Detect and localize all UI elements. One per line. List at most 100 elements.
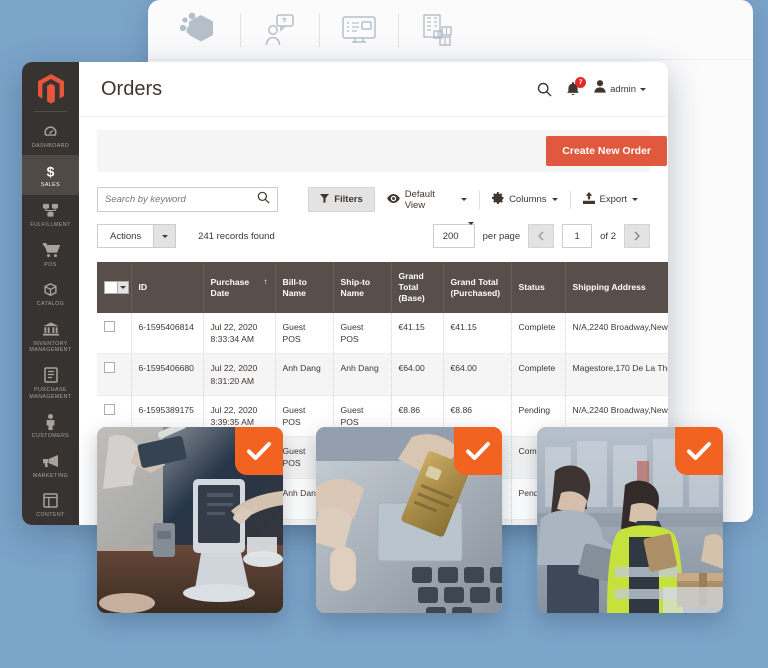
default-view-label: Default View — [404, 188, 435, 211]
gear-icon — [492, 192, 504, 207]
column-header-status[interactable]: Status — [511, 262, 566, 313]
sidebar-item-sales[interactable]: $ SALES — [22, 155, 79, 195]
sidebar-item-purchase-management[interactable]: PURCHASE MANAGEMENT — [22, 360, 79, 406]
column-header-grand-total-base[interactable]: Grand Total (Base) — [391, 262, 444, 313]
create-new-order-button[interactable]: Create New Order — [546, 136, 667, 166]
inventory-boxes-icon[interactable] — [407, 13, 469, 47]
search-icon[interactable] — [257, 191, 270, 209]
cell-billto: Guest POS — [275, 313, 334, 355]
sidebar-item-label: INVENTORY MANAGEMENT — [29, 340, 72, 354]
divider — [398, 12, 399, 47]
cell-purchased: €41.15 — [443, 313, 512, 355]
pagination: 200 per page 1 of 2 — [432, 222, 650, 248]
search-input-field[interactable] — [105, 194, 258, 205]
chevron-down-icon — [640, 87, 646, 91]
cell-status: Complete — [511, 313, 566, 355]
export-label: Export — [599, 194, 628, 205]
card-payment-photo[interactable] — [316, 427, 502, 613]
sidebar-item-marketing[interactable]: MARKETING — [22, 446, 79, 486]
per-page-value: 200 — [442, 230, 459, 242]
column-header-shipping-address[interactable]: Shipping Address — [565, 262, 668, 313]
column-header-purchase-date[interactable]: ↑ Purchase Date — [203, 262, 276, 313]
bell-icon[interactable]: 7 — [566, 76, 587, 97]
account-name: admin — [610, 83, 636, 95]
next-page-button[interactable] — [624, 224, 650, 248]
sidebar-item-label: MARKETING — [32, 472, 69, 479]
page-title: Orders — [101, 77, 163, 100]
warehouse-fulfillment-photo[interactable] — [537, 427, 723, 613]
records-found-label: 241 records found — [198, 230, 275, 242]
row-checkbox-cell[interactable] — [97, 353, 132, 396]
document-list-icon — [43, 367, 58, 384]
cell-address: N/A,2240 Broadway,New York,New York,1234… — [565, 313, 668, 355]
per-page-dropdown[interactable]: 200 — [432, 222, 475, 248]
customer-support-icon[interactable] — [249, 13, 311, 47]
cell-id: 6-1595406814 — [131, 313, 204, 355]
user-avatar-icon — [594, 80, 606, 98]
row-checkbox[interactable] — [104, 362, 115, 374]
shopping-cart-icon — [42, 242, 60, 259]
filters-button[interactable]: Filters — [308, 187, 375, 212]
cell-date: Jul 22, 2020 8:31:20 AM — [203, 353, 276, 396]
chevron-down-icon[interactable] — [153, 225, 176, 247]
sidebar-item-inventory-management[interactable]: INVENTORY MANAGEMENT — [22, 314, 79, 360]
select-all-checkbox[interactable] — [104, 281, 129, 294]
pos-display-icon[interactable] — [328, 14, 390, 46]
header-actions: 7 admin — [537, 76, 646, 98]
app-icon-strip — [148, 0, 753, 60]
column-header-ship-to-name[interactable]: Ship-to Name — [333, 262, 392, 313]
actions-dropdown[interactable]: Actions — [97, 224, 177, 248]
sidebar-item-dashboard[interactable]: DASHBOARD — [22, 116, 79, 156]
sidebar: DASHBOARD $ SALES FULFILLMENT POS CATALO… — [22, 62, 79, 525]
megaphone-icon — [42, 453, 59, 470]
table-header-row: ID ↑ Purchase Date Bill-to Name Ship-to … — [97, 262, 668, 313]
sidebar-item-customers[interactable]: CUSTOMERS — [22, 406, 79, 446]
checkmark-badge — [235, 427, 283, 475]
checkmark-icon — [247, 442, 271, 460]
chevron-down-icon[interactable] — [467, 222, 474, 247]
sidebar-item-content[interactable]: CONTENT — [22, 485, 79, 525]
sidebar-item-label: PURCHASE MANAGEMENT — [29, 386, 72, 400]
page-number-input[interactable]: 1 — [562, 224, 593, 248]
search-input[interactable] — [97, 187, 279, 212]
page-header: Orders 7 admin — [79, 62, 668, 117]
column-header-label: Purchase Date — [210, 276, 250, 298]
svg-text:$: $ — [47, 163, 55, 179]
pos-tablet-photo[interactable] — [97, 427, 283, 613]
page-total-label: of 2 — [600, 230, 616, 242]
catalog-box-icon — [43, 281, 58, 298]
row-checkbox-cell[interactable] — [97, 313, 132, 355]
export-dropdown[interactable]: Export — [571, 187, 650, 212]
cell-base: €41.15 — [391, 313, 444, 355]
filters-label: Filters — [334, 194, 363, 205]
sort-ascending-icon: ↑ — [263, 276, 268, 286]
column-header-bill-to-name[interactable]: Bill-to Name — [275, 262, 334, 313]
sidebar-item-pos[interactable]: POS — [22, 235, 79, 275]
sidebar-item-catalog[interactable]: CATALOG — [22, 274, 79, 314]
previous-page-button[interactable] — [528, 224, 555, 248]
account-menu[interactable]: admin — [594, 80, 646, 98]
table-row[interactable]: 6-1595406814 Jul 22, 2020 8:33:34 AM Guest… — [97, 313, 668, 355]
checkmark-icon — [687, 442, 711, 460]
column-header-grand-total-purchased[interactable]: Grand Total (Purchased) — [443, 262, 512, 313]
magento-logo-icon[interactable] — [22, 68, 79, 111]
chevron-down-icon[interactable] — [117, 282, 128, 293]
row-checkbox[interactable] — [104, 321, 115, 332]
column-header-id[interactable]: ID — [131, 262, 204, 313]
row-checkbox[interactable] — [104, 403, 115, 415]
chevron-down-icon — [632, 198, 639, 201]
select-all-column[interactable] — [97, 262, 132, 313]
checkmark-badge — [675, 427, 723, 475]
sidebar-item-label: CUSTOMERS — [31, 433, 70, 440]
sidebar-item-label: DASHBOARD — [31, 142, 70, 149]
columns-dropdown[interactable]: Columns — [480, 187, 570, 212]
magestore-hexagon-logo-icon[interactable] — [170, 11, 232, 49]
table-row[interactable]: 6-1595406680 Jul 22, 2020 8:31:20 AM Anh D… — [97, 353, 668, 396]
sidebar-item-fulfillment[interactable]: FULFILLMENT — [22, 195, 79, 235]
person-icon — [45, 413, 56, 430]
search-icon[interactable] — [537, 82, 552, 97]
default-view-dropdown[interactable]: Default View — [375, 187, 479, 212]
sidebar-item-label: FULFILLMENT — [30, 221, 71, 228]
divider — [319, 12, 320, 47]
sidebar-item-label: CATALOG — [36, 301, 65, 308]
